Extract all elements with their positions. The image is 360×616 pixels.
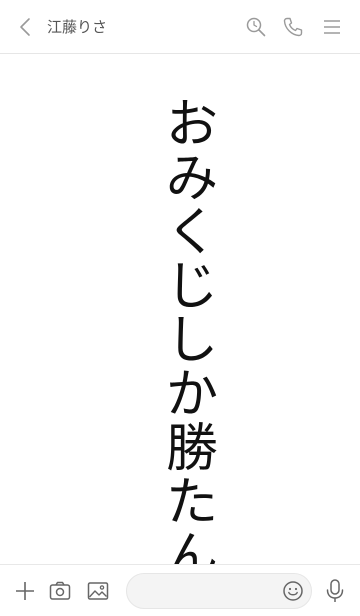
- message-char: し: [165, 311, 218, 371]
- image-button[interactable]: [85, 578, 111, 604]
- add-button[interactable]: [12, 578, 38, 604]
- search-button[interactable]: [244, 15, 268, 39]
- back-button[interactable]: [14, 15, 38, 39]
- chat-header: 江藤りさ: [0, 0, 360, 54]
- message-char: く: [165, 203, 218, 263]
- message-char: 勝: [165, 419, 218, 479]
- chat-footer: [0, 564, 360, 616]
- message-char: み: [165, 149, 218, 209]
- chevron-left-icon: [20, 18, 30, 36]
- microphone-icon: [326, 579, 344, 602]
- message-char: お: [165, 95, 218, 155]
- chat-title: 江藤りさ: [47, 18, 108, 36]
- emoji-icon: [283, 581, 303, 601]
- phone-icon: [283, 17, 303, 37]
- emoji-button[interactable]: [281, 579, 305, 603]
- plus-icon: [16, 582, 34, 600]
- menu-button[interactable]: [320, 15, 344, 39]
- search-clock-icon: [246, 17, 266, 37]
- message-char: た: [165, 473, 218, 533]
- image-icon: [87, 582, 109, 600]
- chat-content: お み く じ し か 勝 た ん: [0, 54, 360, 584]
- message-char: か: [165, 365, 218, 425]
- call-button[interactable]: [281, 15, 305, 39]
- camera-icon: [49, 581, 71, 600]
- camera-button[interactable]: [47, 578, 73, 604]
- message-char: じ: [165, 257, 218, 317]
- voice-button[interactable]: [322, 577, 348, 605]
- vertical-message: お み く じ し か 勝 た ん: [152, 98, 232, 584]
- menu-icon: [324, 20, 340, 34]
